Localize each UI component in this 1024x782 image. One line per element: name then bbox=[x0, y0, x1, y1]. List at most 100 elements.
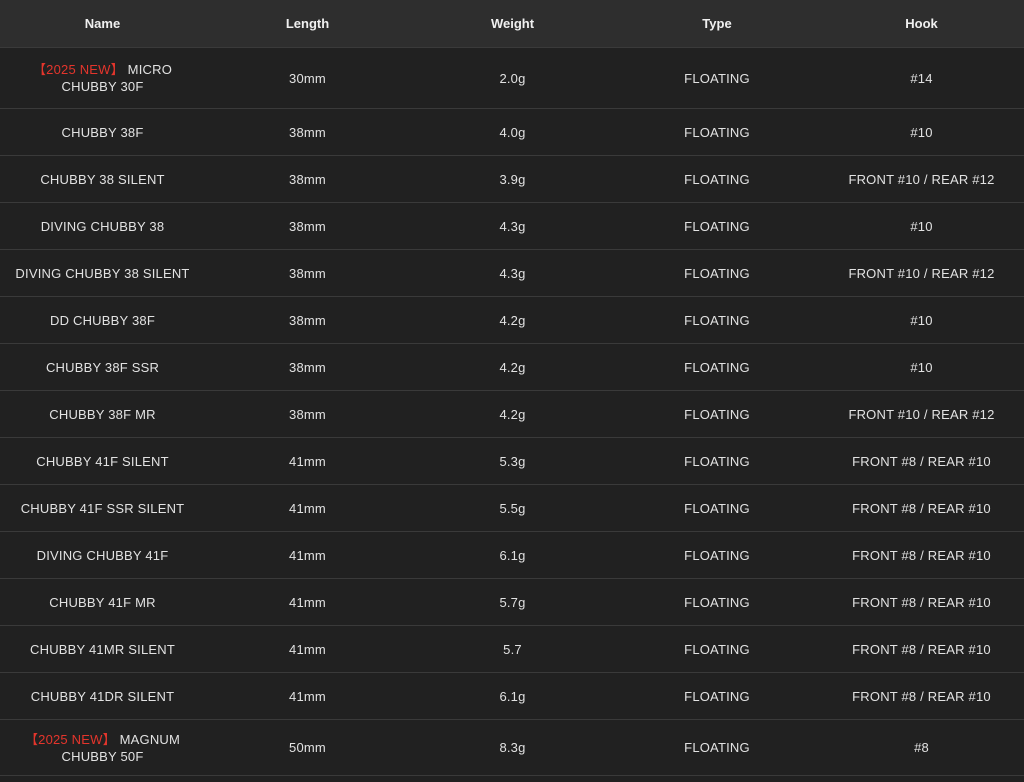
cell-weight: 6.1g bbox=[410, 531, 615, 579]
header-length: Length bbox=[205, 0, 410, 48]
table-row: DIVING CHUBBY 41F 41mm 6.1g FLOATING FRO… bbox=[0, 531, 1024, 579]
cell-name: DIVING CHUBBY 38 bbox=[0, 202, 205, 250]
cell-type: FLOATING bbox=[615, 531, 819, 579]
table-header-row: Name Length Weight Type Hook bbox=[0, 0, 1024, 48]
table-row: DD CHUBBY 38F 38mm 4.2g FLOATING #10 bbox=[0, 296, 1024, 344]
table-row: CHUBBY 38F MR 38mm 4.2g FLOATING FRONT #… bbox=[0, 390, 1024, 438]
cell-weight: 5.7g bbox=[410, 578, 615, 626]
table-row: CHUBBY 41F SILENT 41mm 5.3g FLOATING FRO… bbox=[0, 437, 1024, 485]
table-row: CHUBBY 38F SSR 38mm 4.2g FLOATING #10 bbox=[0, 343, 1024, 391]
cell-type: FLOATING bbox=[615, 343, 819, 391]
cell-name: CHUBBY 41MR SILENT bbox=[0, 625, 205, 673]
cell-length: 41mm bbox=[205, 531, 410, 579]
cell-length: 41mm bbox=[205, 484, 410, 532]
cell-type: FLOATING bbox=[615, 484, 819, 532]
cell-hook: #10 bbox=[819, 296, 1024, 344]
cell-type: FLOATING bbox=[615, 719, 819, 776]
cell-weight: 2.0g bbox=[410, 47, 615, 109]
header-hook: Hook bbox=[819, 0, 1024, 48]
cell-weight: 4.3g bbox=[410, 249, 615, 297]
new-badge: 【2025 NEW】 bbox=[32, 62, 124, 77]
cell-type: FLOATING bbox=[615, 296, 819, 344]
cell-hook: FRONT #10 / REAR #12 bbox=[819, 155, 1024, 203]
cell-weight: 4.2g bbox=[410, 296, 615, 344]
cell-type: FLOATING bbox=[615, 437, 819, 485]
cell-length: 38mm bbox=[205, 202, 410, 250]
table-row: 【2025 NEW】 MICRO CHUBBY 30F 30mm 2.0g FL… bbox=[0, 47, 1024, 109]
cell-hook: FRONT #8 / REAR #10 bbox=[819, 578, 1024, 626]
table-row: DIVING CHUBBY 38 SILENT 38mm 4.3g FLOATI… bbox=[0, 249, 1024, 297]
cell-weight: 5.3g bbox=[410, 437, 615, 485]
cell-name: CHUBBY 41DR SILENT bbox=[0, 672, 205, 720]
cell-weight: 5.5g bbox=[410, 484, 615, 532]
cell-hook: #8 bbox=[819, 719, 1024, 776]
header-weight: Weight bbox=[410, 0, 615, 48]
table-row: CHUBBY 38 SILENT 38mm 3.9g FLOATING FRON… bbox=[0, 155, 1024, 203]
cell-hook: FRONT #8 / REAR #10 bbox=[819, 531, 1024, 579]
cell-length: 38mm bbox=[205, 108, 410, 156]
cell-hook: #10 bbox=[819, 202, 1024, 250]
cell-weight: 4.2g bbox=[410, 343, 615, 391]
cell-hook: FRONT #10 / REAR #12 bbox=[819, 390, 1024, 438]
cell-type: FLOATING bbox=[615, 625, 819, 673]
cell-length: 38mm bbox=[205, 390, 410, 438]
cell-type: FLOATING bbox=[615, 108, 819, 156]
cell-type: FLOATING bbox=[615, 672, 819, 720]
header-type: Type bbox=[615, 0, 819, 48]
cell-name: CHUBBY 41F MR bbox=[0, 578, 205, 626]
cell-length: 30mm bbox=[205, 47, 410, 109]
name-text: MAGNUM bbox=[119, 731, 181, 747]
cell-type: FLOATING bbox=[615, 249, 819, 297]
cell-name: CHUBBY 41F SILENT bbox=[0, 437, 205, 485]
cell-type: FLOATING bbox=[615, 202, 819, 250]
name-text: MICRO bbox=[127, 62, 173, 77]
cell-hook: FRONT #10 / REAR #12 bbox=[819, 249, 1024, 297]
cell-length: 38mm bbox=[205, 296, 410, 344]
cell-type: FLOATING bbox=[615, 155, 819, 203]
table-row: DIVING CHUBBY 38 38mm 4.3g FLOATING #10 bbox=[0, 202, 1024, 250]
cell-name: CHUBBY 38F SSR bbox=[0, 343, 205, 391]
cell-length: 38mm bbox=[205, 249, 410, 297]
cell-hook: #10 bbox=[819, 108, 1024, 156]
cell-length: 41mm bbox=[205, 437, 410, 485]
table-row: CHUBBY 38F 38mm 4.0g FLOATING #10 bbox=[0, 108, 1024, 156]
cell-type: FLOATING bbox=[615, 47, 819, 109]
cell-hook: #10 bbox=[819, 343, 1024, 391]
cell-name: DD CHUBBY 38F bbox=[0, 296, 205, 344]
cell-hook: FRONT #8 / REAR #10 bbox=[819, 484, 1024, 532]
cell-hook: FRONT #8 / REAR #10 bbox=[819, 437, 1024, 485]
cell-length: 38mm bbox=[205, 343, 410, 391]
cell-name: CHUBBY 38F bbox=[0, 108, 205, 156]
cell-type: FLOATING bbox=[615, 390, 819, 438]
cell-name: 【2025 NEW】 MICRO CHUBBY 30F bbox=[0, 47, 205, 109]
table-row: CHUBBY 41F MR 41mm 5.7g FLOATING FRONT #… bbox=[0, 578, 1024, 626]
cell-hook: FRONT #8 / REAR #10 bbox=[819, 672, 1024, 720]
cell-weight: 8.3g bbox=[410, 719, 615, 776]
cell-hook: FRONT #8 / REAR #10 bbox=[819, 625, 1024, 673]
cell-name: CHUBBY 38F MR bbox=[0, 390, 205, 438]
name-text: CHUBBY 50F bbox=[61, 748, 144, 764]
new-badge: 【2025 NEW】 bbox=[24, 731, 116, 747]
cell-length: 50mm bbox=[205, 719, 410, 776]
name-text: CHUBBY 30F bbox=[61, 79, 144, 94]
cell-name: 【2025 NEW】 MAGNUM CHUBBY 50F bbox=[0, 719, 205, 776]
name-line: 【2025 NEW】 MAGNUM bbox=[4, 731, 201, 748]
cell-name: DIVING CHUBBY 41F bbox=[0, 531, 205, 579]
cell-name: CHUBBY 38 SILENT bbox=[0, 155, 205, 203]
cell-name: CHUBBY 41F SSR SILENT bbox=[0, 484, 205, 532]
cell-weight: 4.2g bbox=[410, 390, 615, 438]
cell-weight: 5.7 bbox=[410, 625, 615, 673]
name-line: 【2025 NEW】 MICRO bbox=[4, 61, 201, 78]
table-row: CHUBBY 41MR SILENT 41mm 5.7 FLOATING FRO… bbox=[0, 625, 1024, 673]
cell-hook: #14 bbox=[819, 47, 1024, 109]
cell-weight: 6.1g bbox=[410, 672, 615, 720]
cell-weight: 4.0g bbox=[410, 108, 615, 156]
table-row: CHUBBY 41DR SILENT 41mm 6.1g FLOATING FR… bbox=[0, 672, 1024, 720]
spec-table: Name Length Weight Type Hook 【2025 NEW】 … bbox=[0, 0, 1024, 776]
cell-length: 38mm bbox=[205, 155, 410, 203]
table-row: 【2025 NEW】 MAGNUM CHUBBY 50F 50mm 8.3g F… bbox=[0, 719, 1024, 776]
cell-name: DIVING CHUBBY 38 SILENT bbox=[0, 249, 205, 297]
cell-length: 41mm bbox=[205, 578, 410, 626]
cell-weight: 3.9g bbox=[410, 155, 615, 203]
cell-type: FLOATING bbox=[615, 578, 819, 626]
